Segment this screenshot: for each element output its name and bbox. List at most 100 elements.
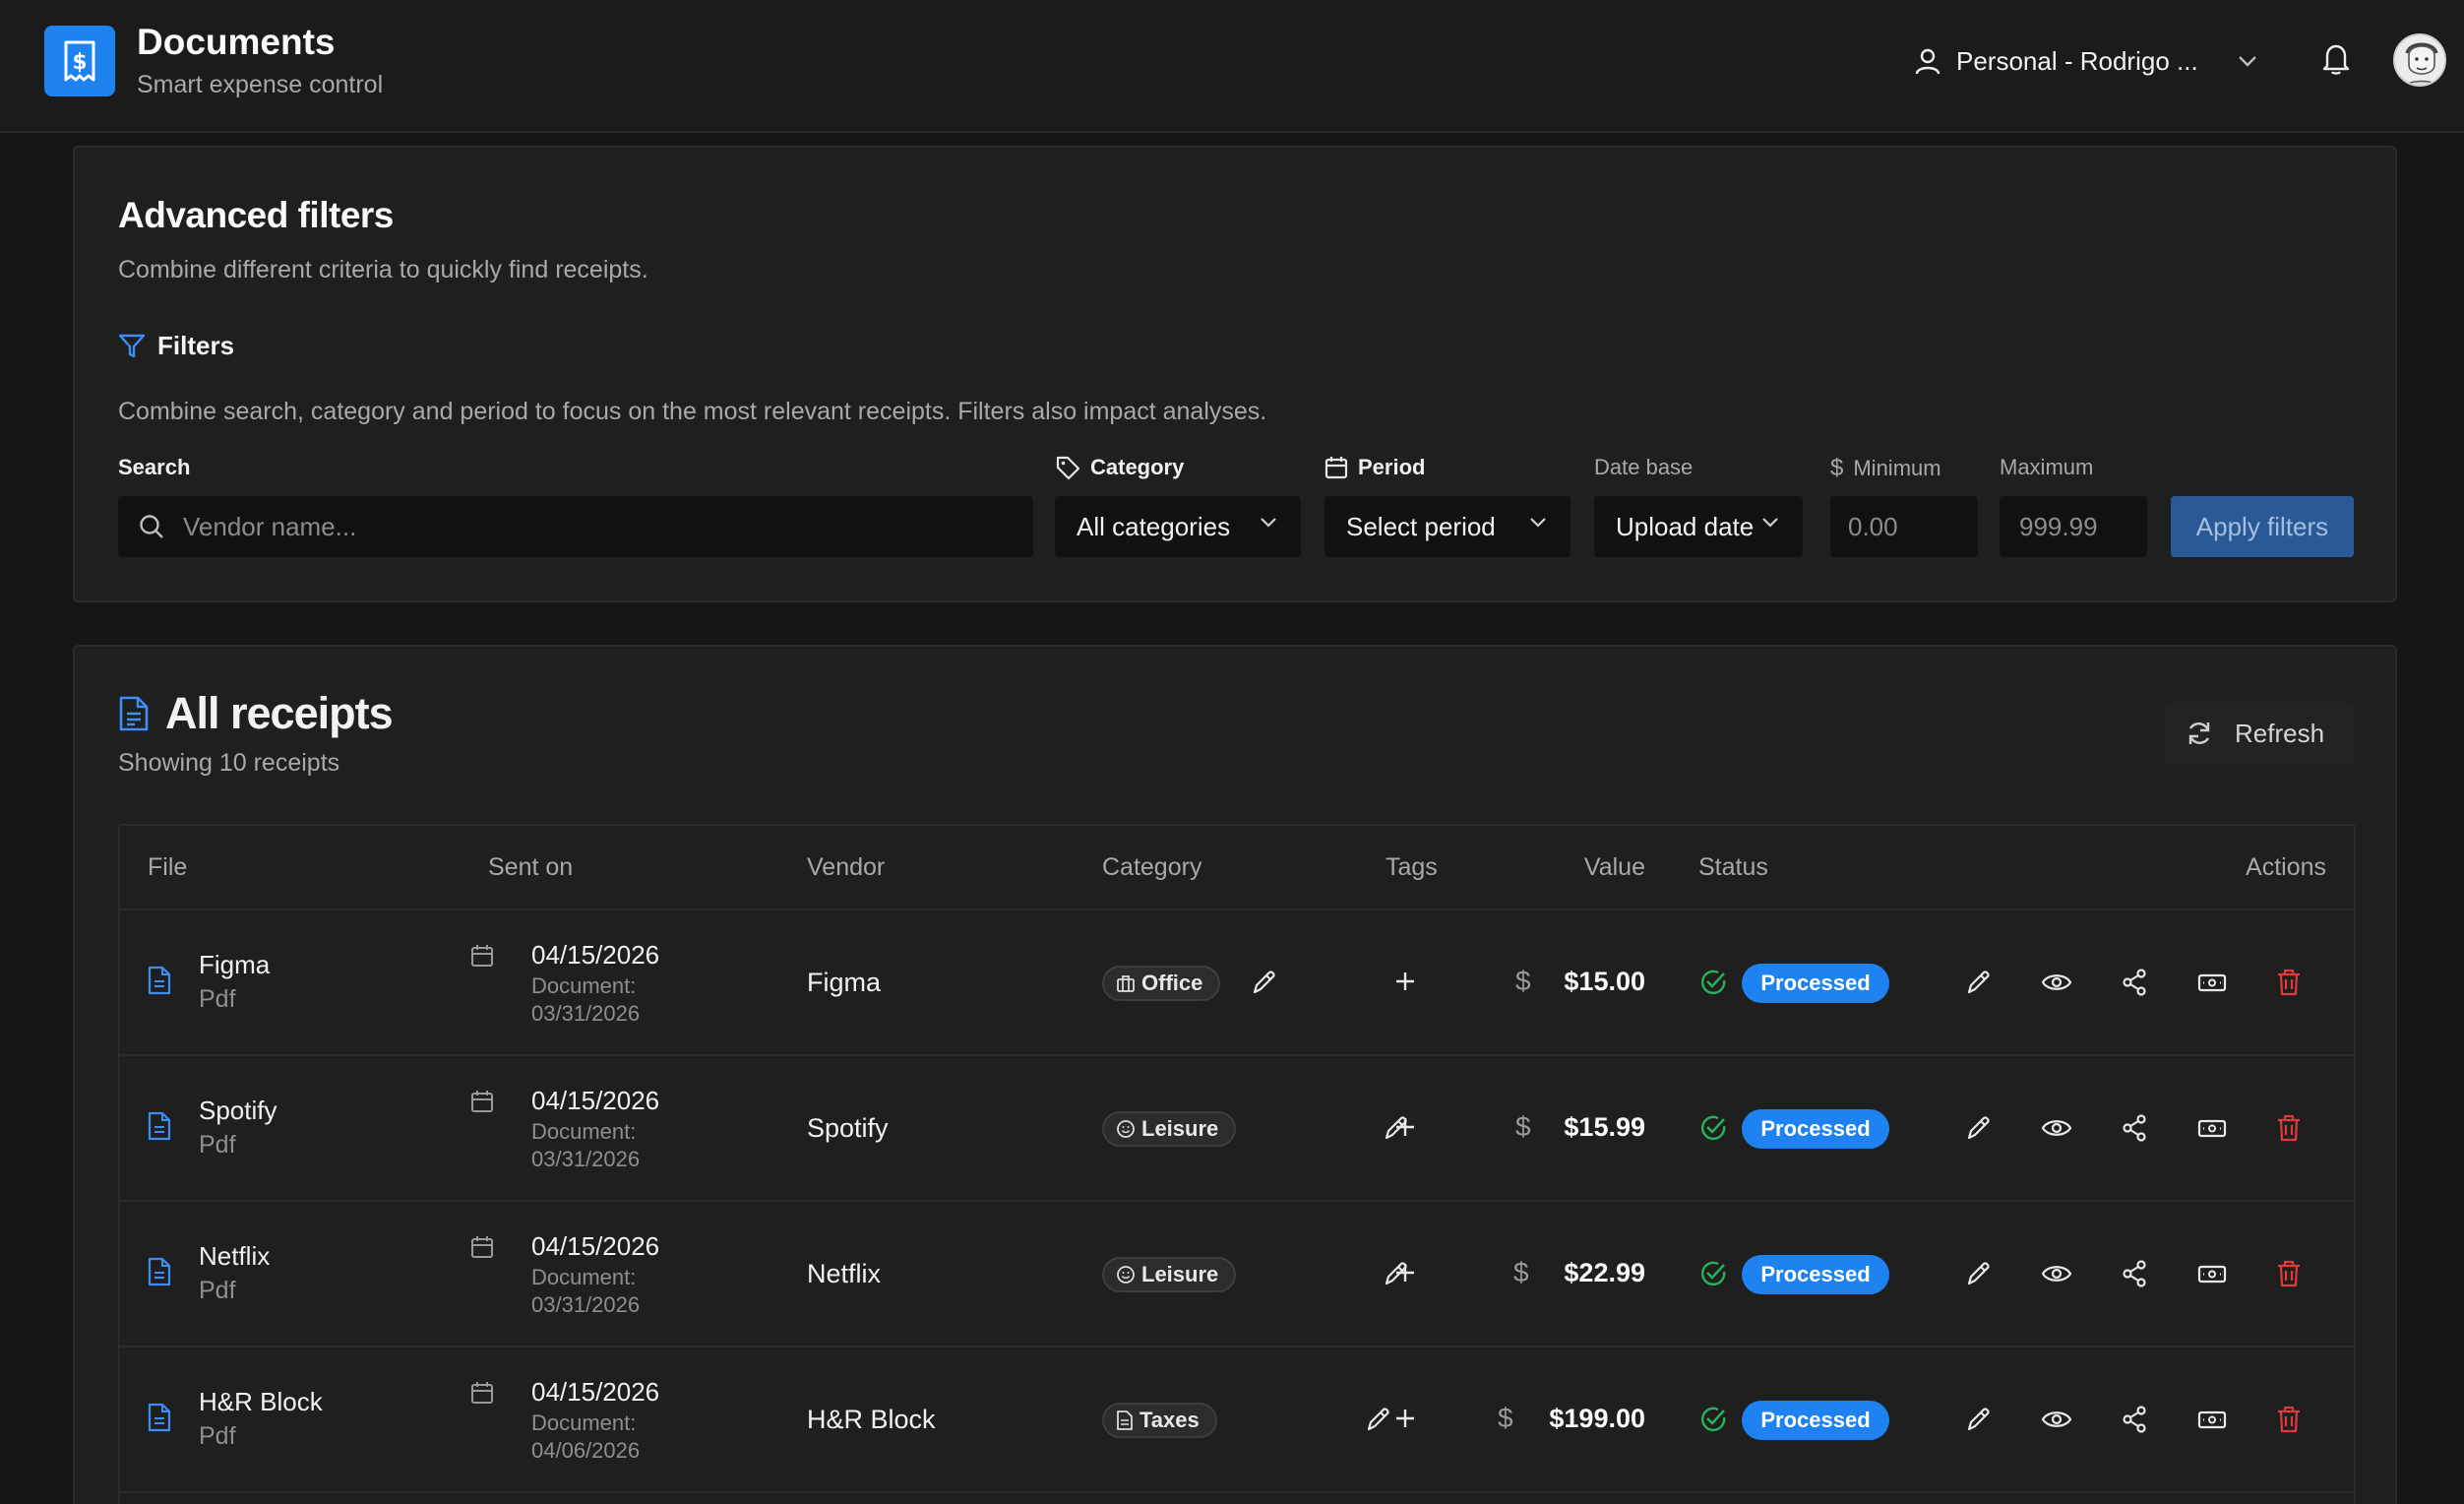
app-header: $ Documents Smart expense control Person…: [0, 0, 2464, 133]
edit-pencil-icon[interactable]: [1964, 1405, 1994, 1434]
check-circle-icon: [1698, 968, 1728, 997]
category-badge: Taxes: [1102, 1403, 1217, 1438]
cash-icon[interactable]: [2196, 968, 2228, 997]
category-select[interactable]: All categories: [1055, 496, 1301, 557]
smile-icon: [1116, 1265, 1136, 1285]
view-eye-icon[interactable]: [2041, 1113, 2072, 1143]
column-category[interactable]: Category: [1102, 853, 1201, 882]
maximum-label-text: Maximum: [2000, 455, 2094, 479]
vendor-name: H&R Block: [807, 1405, 936, 1434]
edit-category-pencil-icon[interactable]: [1364, 1405, 1393, 1434]
cash-icon[interactable]: [2196, 1405, 2228, 1434]
table-header: File Sent on Vendor Category Tags Value …: [120, 826, 2354, 910]
maximum-input[interactable]: 999.99: [2000, 496, 2147, 557]
notifications-bell-icon[interactable]: [2322, 43, 2350, 75]
smile-icon: [1116, 1119, 1136, 1139]
file-name[interactable]: Figma: [199, 950, 270, 980]
file-pdf-icon: [148, 1257, 171, 1286]
document-label: Document:: [531, 1119, 637, 1144]
receipt-dollar-icon: $: [44, 26, 115, 96]
document-date: 03/31/2026: [531, 1001, 641, 1026]
period-select[interactable]: Select period: [1324, 496, 1571, 557]
receipt-value: $22.99: [1564, 1258, 1645, 1287]
column-value[interactable]: Value: [1584, 853, 1645, 882]
cash-icon[interactable]: [2196, 1259, 2228, 1288]
document-label: Document:: [531, 1265, 637, 1289]
cash-icon[interactable]: [2196, 1113, 2228, 1143]
file-type: Pdf: [199, 1131, 236, 1159]
edit-pencil-icon[interactable]: [1964, 1113, 1994, 1143]
column-file[interactable]: File: [148, 853, 187, 882]
sent-date: 04/15/2026: [531, 1231, 660, 1261]
add-tag-plus-icon[interactable]: [1393, 1115, 1417, 1139]
delete-trash-icon[interactable]: [2275, 1405, 2303, 1434]
share-icon[interactable]: [2120, 968, 2149, 997]
search-label-text: Search: [118, 455, 191, 479]
table-row: H&R Block Pdf 04/15/2026 Document: 04/06…: [120, 1347, 2354, 1493]
delete-trash-icon[interactable]: [2275, 1259, 2303, 1288]
avatar[interactable]: [2393, 33, 2446, 87]
file-name[interactable]: Netflix: [199, 1241, 270, 1272]
account-switcher[interactable]: Personal - Rodrigo ...: [1915, 39, 2275, 83]
share-icon[interactable]: [2120, 1405, 2149, 1434]
status-badge: Processed: [1742, 1255, 1889, 1294]
filters-note: Combine search, category and period to f…: [118, 398, 1267, 425]
minimum-label: $ Minimum: [1830, 455, 1941, 482]
calendar-icon: [470, 1381, 494, 1405]
calendar-icon: [470, 1090, 494, 1113]
view-eye-icon[interactable]: [2041, 1405, 2072, 1434]
calendar-icon: [470, 944, 494, 968]
file-name[interactable]: H&R Block: [199, 1387, 323, 1417]
calendar-icon: [1324, 456, 1348, 479]
category-badge-label: Leisure: [1141, 1116, 1219, 1141]
vendor-name: Figma: [807, 968, 882, 997]
vendor-name: Spotify: [807, 1113, 889, 1143]
file-pdf-icon: [148, 966, 171, 995]
document-label: Document:: [531, 1410, 637, 1435]
share-icon[interactable]: [2120, 1113, 2149, 1143]
add-tag-plus-icon[interactable]: [1393, 1407, 1417, 1430]
search-input[interactable]: Vendor name...: [118, 496, 1033, 557]
column-status[interactable]: Status: [1698, 853, 1768, 882]
share-icon[interactable]: [2120, 1259, 2149, 1288]
edit-pencil-icon[interactable]: [1964, 968, 1994, 997]
file-type: Pdf: [199, 985, 236, 1013]
file-pdf-icon: [148, 1403, 171, 1432]
edit-category-pencil-icon[interactable]: [1250, 968, 1279, 997]
document-date: 03/31/2026: [531, 1147, 641, 1171]
column-tags[interactable]: Tags: [1386, 853, 1438, 882]
view-eye-icon[interactable]: [2041, 1259, 2072, 1288]
calendar-icon: [470, 1235, 494, 1259]
receipts-count: Showing 10 receipts: [118, 749, 340, 777]
refresh-button[interactable]: Refresh: [2164, 702, 2355, 765]
add-tag-plus-icon[interactable]: [1393, 970, 1417, 993]
document-icon: [118, 695, 150, 732]
delete-trash-icon[interactable]: [2275, 1113, 2303, 1143]
maximum-label: Maximum: [2000, 455, 2093, 480]
sent-date: 04/15/2026: [531, 940, 660, 970]
app-title: Documents: [137, 22, 336, 62]
category-badge-label: Office: [1141, 971, 1203, 995]
document-date: 04/06/2026: [531, 1438, 641, 1463]
edit-pencil-icon[interactable]: [1964, 1259, 1994, 1288]
column-vendor[interactable]: Vendor: [807, 853, 885, 882]
add-tag-plus-icon[interactable]: [1393, 1261, 1417, 1285]
table-row: Spotify Pdf 04/15/2026 Document: 03/31/2…: [120, 1056, 2354, 1202]
briefcase-icon: [1116, 973, 1136, 993]
view-eye-icon[interactable]: [2041, 968, 2072, 997]
receipts-table: File Sent on Vendor Category Tags Value …: [118, 824, 2356, 1504]
category-badge-label: Leisure: [1141, 1262, 1219, 1286]
delete-trash-icon[interactable]: [2275, 968, 2303, 997]
date-base-select[interactable]: Upload date: [1594, 496, 1803, 557]
tag-icon: [1055, 455, 1080, 480]
currency-symbol: $: [1515, 1111, 1531, 1142]
table-row: Figma Pdf 04/15/2026 Document: 03/31/202…: [120, 910, 2354, 1056]
date-base-label-text: Date base: [1594, 455, 1694, 479]
date-base-label: Date base: [1594, 455, 1693, 480]
document-icon: [1116, 1410, 1134, 1430]
file-name[interactable]: Spotify: [199, 1096, 277, 1126]
column-sent-on[interactable]: Sent on: [488, 853, 573, 882]
minimum-input[interactable]: 0.00: [1830, 496, 1978, 557]
apply-filters-button[interactable]: Apply filters: [2171, 496, 2354, 557]
filters-heading-label: Filters: [157, 331, 235, 360]
